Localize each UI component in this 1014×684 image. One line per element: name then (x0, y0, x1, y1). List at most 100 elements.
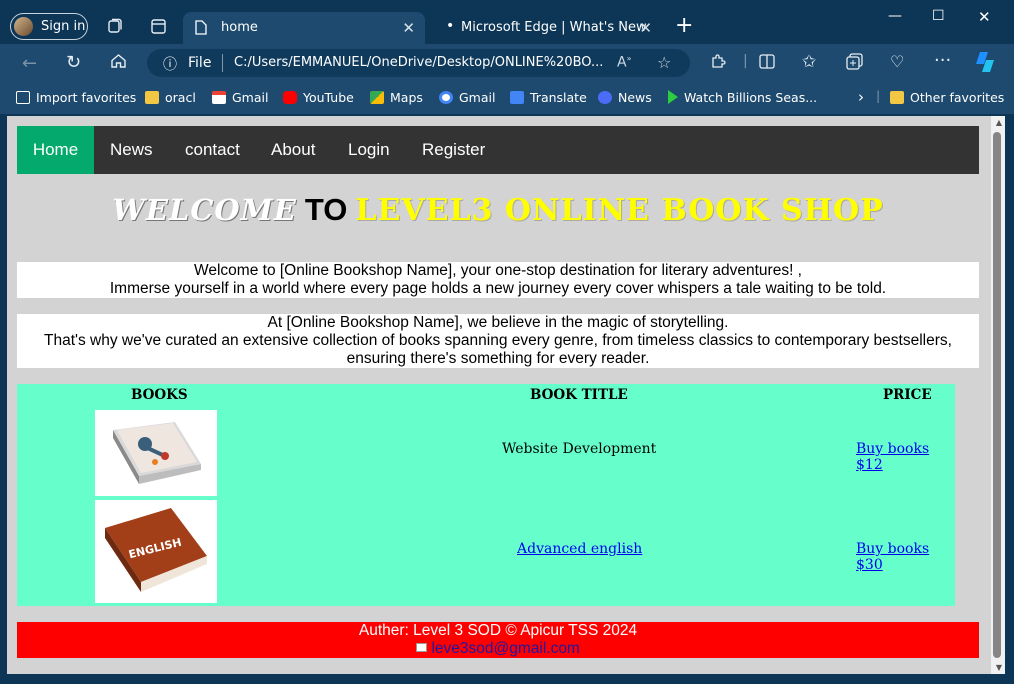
split-screen-icon[interactable] (759, 54, 775, 73)
mail-icon (416, 643, 428, 652)
vertical-scrollbar[interactable]: ▲ ▼ (991, 116, 1005, 674)
close-icon[interactable]: ✕ (639, 19, 652, 37)
favorites-bar: Import favorites oracl Gmail YouTube Map… (0, 82, 1014, 114)
collections-icon[interactable] (846, 53, 863, 74)
intro-line-1: Welcome to [Online Bookshop Name], your … (194, 262, 802, 279)
folder-icon (890, 91, 904, 104)
bookmark-watch-billions[interactable]: Watch Billions Seas... (668, 90, 817, 105)
bookmark-label: Other favorites (910, 90, 1005, 105)
bookmark-youtube[interactable]: YouTube (283, 90, 354, 105)
minimize-icon[interactable]: — (888, 8, 902, 24)
folder-icon (145, 91, 159, 104)
tab-edge-whats-new[interactable]: • Microsoft Edge | What's New ✕ (432, 12, 662, 44)
info-icon[interactable]: ⓘ (163, 54, 177, 74)
url-text[interactable]: C:/Users/EMMANUEL/OneDrive/Desktop/ONLIN… (234, 55, 603, 70)
workspaces-icon[interactable] (107, 18, 123, 38)
bookmark-label: Gmail (232, 90, 269, 105)
bookmark-gmail[interactable]: Gmail (212, 90, 268, 105)
play-icon (668, 90, 678, 104)
browser-essentials-icon[interactable]: ♡ (890, 52, 904, 71)
back-icon[interactable]: ← (22, 53, 37, 74)
browser-toolbar: ← ↻ ⓘ File C:/Users/EMMANUEL/OneDrive/De… (0, 44, 1014, 82)
profile-label: Sign in (41, 19, 86, 34)
bookmark-label: oracl (165, 90, 196, 105)
heading-to: TO (304, 192, 348, 227)
divider: | (743, 53, 748, 69)
bookmark-other-favorites[interactable]: Other favorites (890, 90, 1004, 105)
extensions-icon[interactable] (710, 53, 727, 74)
book-cover-image (95, 410, 217, 496)
buy-book-link[interactable]: Buy books $30 (856, 541, 955, 573)
buy-book-link[interactable]: Buy books $12 (856, 441, 955, 473)
avatar (14, 17, 33, 36)
chevron-right-icon[interactable]: › (858, 88, 864, 106)
translate-icon (510, 91, 524, 104)
edge-loading-icon: • (446, 18, 455, 34)
about-paragraph: At [Online Bookshop Name], we believe in… (17, 314, 979, 368)
close-icon[interactable]: ✕ (402, 19, 415, 37)
bookmark-maps[interactable]: Maps (370, 90, 423, 105)
bookmark-news[interactable]: News (598, 90, 652, 105)
bookmark-label: Translate (530, 90, 587, 105)
bookmark-translate[interactable]: Translate (510, 90, 587, 105)
bookmark-gmail-2[interactable]: Gmail (439, 90, 495, 105)
favorite-star-icon[interactable]: ☆ (657, 53, 671, 72)
book-title: Website Development (502, 441, 657, 457)
footer-email-link[interactable]: leve3sod@gmail.com (431, 640, 579, 657)
about-line-1: At [Online Bookshop Name], we believe in… (267, 314, 729, 331)
more-options-icon[interactable]: ··· (934, 50, 951, 71)
new-tab-icon[interactable]: + (675, 13, 693, 38)
nav-contact[interactable]: contact (185, 126, 240, 174)
refresh-icon[interactable]: ↻ (66, 52, 81, 73)
nav-home[interactable]: Home (17, 126, 94, 174)
site-navbar: Home News contact About Login Register (17, 126, 979, 174)
heading-shop-name: LEVEL3 ONLINE BOOK SHOP (355, 193, 884, 228)
scroll-down-icon[interactable]: ▼ (996, 663, 1002, 672)
bookmark-label: Maps (390, 90, 423, 105)
intro-line-2: Immerse yourself in a world where every … (109, 280, 887, 297)
page-viewport: Home News contact About Login Register W… (7, 116, 1005, 674)
divider (222, 54, 223, 72)
gmail-icon (212, 91, 226, 104)
copilot-icon[interactable] (972, 50, 998, 78)
maps-icon (370, 91, 384, 104)
site-footer: Auther: Level 3 SOD © Apicur TSS 2024 le… (17, 622, 979, 658)
nav-news[interactable]: News (110, 126, 153, 174)
tab-actions-icon[interactable] (151, 19, 166, 38)
google-icon (439, 91, 453, 104)
scroll-up-icon[interactable]: ▲ (996, 118, 1002, 127)
tab-title: Microsoft Edge | What's New (461, 20, 647, 35)
scrollbar-thumb[interactable] (993, 132, 1001, 658)
maximize-icon[interactable]: ☐ (932, 8, 945, 24)
bookmark-label: Import favorites (36, 90, 137, 105)
heading-welcome: WELCOME (112, 193, 297, 227)
about-line-2: That's why we've curated an extensive co… (44, 332, 952, 349)
favorites-icon[interactable]: ✩ (802, 52, 816, 72)
address-bar[interactable]: ⓘ File C:/Users/EMMANUEL/OneDrive/Deskto… (147, 49, 690, 77)
read-aloud-icon[interactable]: A» (617, 54, 631, 71)
bookmark-label: YouTube (303, 90, 354, 105)
bookmark-label: News (618, 90, 652, 105)
browser-titlebar: Sign in home ✕ • Microsoft Edge | What's… (0, 0, 1014, 44)
book-title-link[interactable]: Advanced english (517, 541, 642, 557)
profile-button[interactable]: Sign in (10, 13, 88, 40)
intro-paragraph: Welcome to [Online Bookshop Name], your … (17, 262, 979, 298)
page-icon (195, 20, 207, 39)
divider: | (876, 88, 881, 103)
col-header-title: BOOK TITLE (530, 387, 628, 403)
tab-home[interactable]: home ✕ (183, 12, 425, 44)
nav-login[interactable]: Login (348, 126, 390, 174)
bookmark-import-favorites[interactable]: Import favorites (16, 90, 136, 105)
scheme-label: File (188, 55, 212, 71)
page-heading: WELCOME TO LEVEL3 ONLINE BOOK SHOP (17, 192, 979, 236)
home-icon[interactable] (110, 53, 127, 73)
nav-about[interactable]: About (271, 126, 315, 174)
footer-text: Auther: Level 3 SOD © Apicur TSS 2024 (358, 622, 638, 639)
window-close-icon[interactable]: ✕ (978, 8, 991, 26)
book-cover-image: ENGLISH (95, 500, 217, 603)
tab-title: home (221, 20, 258, 35)
nav-register[interactable]: Register (422, 126, 485, 174)
col-header-price: PRICE (883, 387, 932, 403)
bookmark-oracl[interactable]: oracl (145, 90, 196, 105)
books-table: BOOKS BOOK TITLE PRICE Website Developme… (17, 384, 955, 606)
